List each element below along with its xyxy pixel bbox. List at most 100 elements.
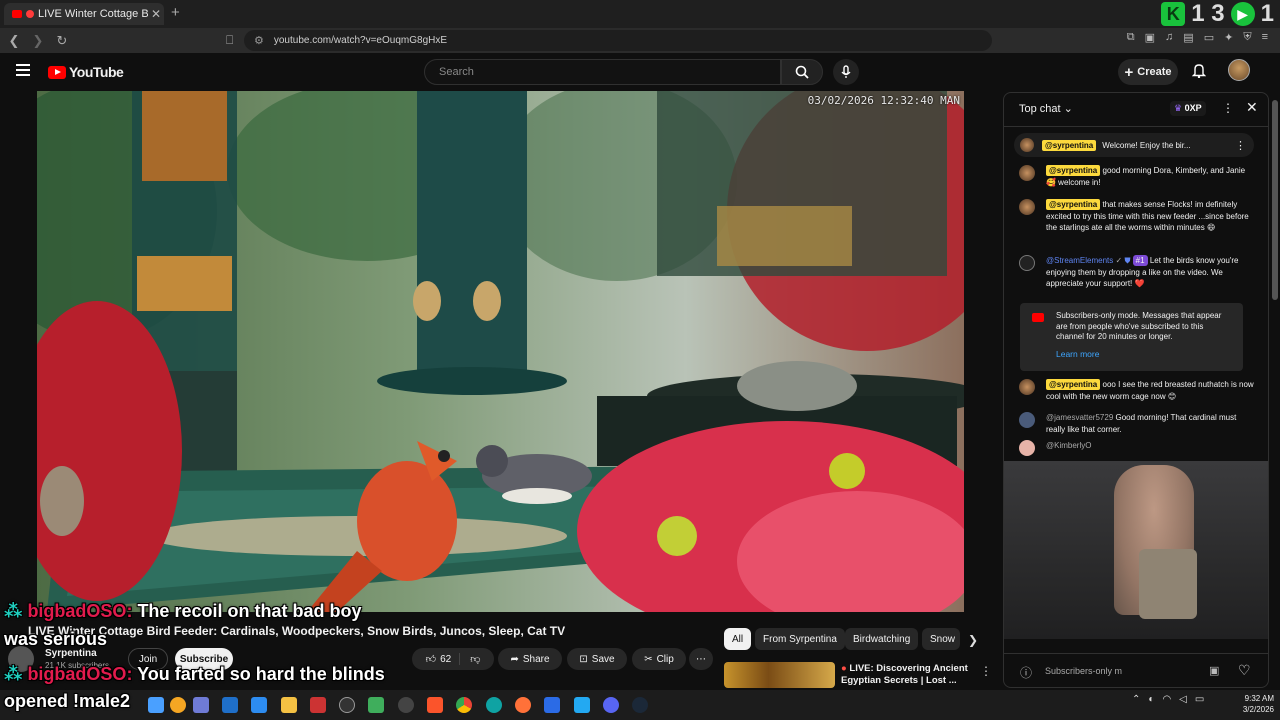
wifi-icon[interactable]: ◠ [1162,694,1171,705]
chip-from-channel[interactable]: From Syrpentina [755,628,845,650]
volume-icon[interactable]: ◁ [1179,694,1187,705]
voice-search-button[interactable] [833,59,859,85]
menu-icon[interactable]: ≡ [1262,31,1268,44]
app-icon[interactable] [398,697,414,713]
app-icon[interactable] [368,697,384,713]
battery-icon[interactable]: ▭ [1195,694,1204,705]
viewer-counter: 1 3 [1191,0,1225,27]
heart-icon[interactable]: ♡ [1238,662,1251,679]
search-button[interactable] [781,59,823,85]
webcam-shorts [1139,549,1197,619]
chat-author[interactable]: @syrpentina [1046,379,1101,390]
edge-icon[interactable] [486,697,502,713]
like-button[interactable]: 👍︎ 62 [426,653,461,665]
youtube-logo[interactable]: YouTube [48,64,124,80]
pinned-menu-icon[interactable]: ⋮ [1235,139,1246,152]
chat-author[interactable]: @jamesvatter5729 [1046,413,1113,422]
search-taskbar-icon[interactable] [170,697,186,713]
chat-author[interactable]: @KimberlyO [1046,441,1091,450]
chat-author[interactable]: @syrpentina [1046,199,1101,210]
site-settings-icon[interactable]: ⚙ [254,34,264,47]
page-scrollbar[interactable] [1272,60,1278,660]
chat-mode-dropdown[interactable]: Top chat ⌄ [1019,102,1073,115]
learn-more-link[interactable]: Learn more [1056,349,1233,360]
chat-author[interactable]: @syrpentina [1046,165,1101,176]
chevron-right-icon[interactable]: ❯ [968,633,978,647]
plus-icon: + [1124,63,1134,81]
video-player[interactable]: 03/02/2026 12:32:40 MAN [37,91,964,612]
url-field[interactable]: ⎕ ⚙ youtube.com/watch?v=eOuqmG8gHxE [226,30,992,51]
file-explorer-icon[interactable] [281,697,297,713]
xp-badge[interactable]: ♛ 0XP [1170,101,1206,116]
thumbs-down-icon[interactable]: 👎︎ [464,653,480,665]
account-avatar[interactable] [1228,59,1250,81]
subscribers-only-notice: Subscribers-only mode. Messages that app… [1020,303,1243,371]
chip-birdwatching[interactable]: Birdwatching [845,628,919,650]
app-icon[interactable] [544,697,560,713]
app-icon[interactable] [310,697,326,713]
wallet-icon[interactable]: ▭ [1204,31,1214,44]
scrollbar-thumb[interactable] [1272,100,1278,300]
start-menu-icon[interactable] [148,697,164,713]
vscode-icon[interactable] [574,697,590,713]
recommendation-thumbnail[interactable] [724,662,835,688]
chat-author[interactable]: @StreamElements [1046,256,1113,265]
steam-icon[interactable] [632,697,648,713]
tab-title: LIVE Winter Cottage Bird F [38,8,148,20]
tab-close-icon[interactable]: ✕ [148,7,164,21]
bookmark-icon[interactable]: ⎕ [226,33,233,48]
create-button[interactable]: + Create [1118,59,1178,85]
chat-avatar [1019,379,1035,395]
chevron-up-icon[interactable]: ⌃ [1132,694,1140,705]
notifications-bell-icon[interactable] [1191,63,1207,81]
back-icon[interactable]: ❮ [4,33,24,49]
search-input[interactable]: Search [424,59,781,85]
app-icon[interactable] [222,697,238,713]
more-vertical-icon[interactable]: ⋮ [980,664,992,678]
brave-browser-icon[interactable] [427,697,443,713]
more-actions-button[interactable]: ⋯ [689,648,713,670]
clip-button[interactable]: ✂ Clip [632,648,686,670]
screenshot-icon[interactable]: ▣ [1145,31,1155,44]
chat-input[interactable]: Subscribers-only m [1045,666,1122,676]
chat-message: @StreamElements ✓ ⛊ #1 Let the birds kno… [1019,255,1254,290]
discord-icon[interactable] [603,697,619,713]
chat-avatar [1019,165,1035,181]
chip-snow[interactable]: Snow [922,628,960,650]
super-chat-icon[interactable]: ⓘ [1020,664,1032,681]
emoji-icon[interactable]: ▣ [1209,664,1219,677]
vpn-icon[interactable]: ⛨ [1243,31,1251,44]
overlay-text-1: The recoil on that bad boy [132,601,362,621]
save-button[interactable]: ⊡ Save [567,648,627,670]
browser-tab[interactable]: LIVE Winter Cottage Bird F ✕ [4,3,164,25]
pinned-message[interactable]: @syrpentina Welcome! Enjoy the bir... ⋮ [1014,133,1254,157]
like-dislike-group: 👍︎ 62 👎︎ [412,648,494,670]
reload-icon[interactable]: ↻ [52,33,72,49]
guide-menu-icon[interactable] [16,64,30,76]
firefox-icon[interactable] [515,697,531,713]
media-icon[interactable]: ♫ [1165,31,1173,44]
video-timestamp-overlay: 03/02/2026 12:32:40 MAN [807,94,960,107]
kick-icon[interactable]: K [1161,2,1186,26]
sidebar-icon[interactable]: ▤ [1183,31,1193,44]
recommendation-title[interactable]: ● LIVE: Discovering Ancient Egyptian Sec… [841,663,971,687]
taskbar-clock[interactable]: 9:32 AM 3/2/2026 [1232,693,1274,715]
notice-text: Subscribers-only mode. Messages that app… [1056,311,1222,341]
app-icon[interactable] [339,697,355,713]
chat-menu-icon[interactable]: ⋮ [1222,101,1234,115]
thumbs-up-icon: 👍︎ [425,654,437,665]
share-button[interactable]: ➦ Share [498,648,562,670]
top-extensions: K 1 3 ▶ 1 [1161,0,1274,28]
chrome-icon[interactable] [456,697,472,713]
youtube-favicon-icon [12,10,22,18]
app-icon[interactable] [193,697,209,713]
play-extension-icon[interactable]: ▶ [1230,2,1255,26]
new-tab-button[interactable]: + [171,4,180,21]
close-icon[interactable]: ✕ [1246,99,1258,116]
leo-icon[interactable]: ✦ [1224,31,1233,44]
chip-all[interactable]: All [724,628,752,650]
app-tray-icon[interactable]: ◐ [1148,694,1154,705]
forward-icon[interactable]: ❯ [28,33,48,49]
extensions-icon[interactable]: ⧉ [1127,31,1135,44]
app-icon[interactable] [251,697,267,713]
